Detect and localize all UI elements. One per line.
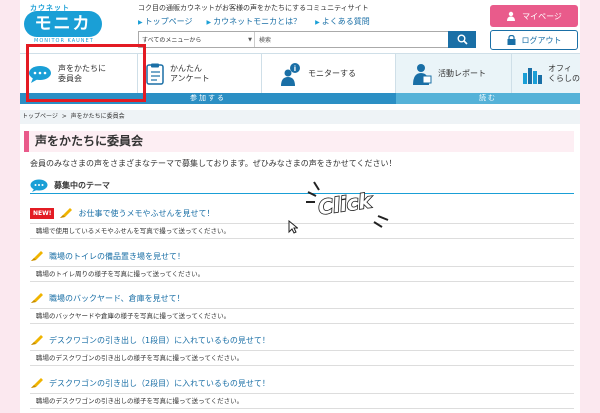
section-header: 募集中のテーマ bbox=[30, 178, 574, 194]
nav-item-label: モニターする bbox=[308, 69, 356, 78]
arrow-icon: ▶ bbox=[206, 19, 212, 26]
page-title: 声をかたちに委員会 bbox=[24, 131, 574, 152]
speech-bubble-icon bbox=[30, 179, 48, 192]
site-logo[interactable]: カウネット モニカ MONITOR KAUNET bbox=[24, 3, 106, 44]
reporter-icon bbox=[413, 64, 432, 85]
mypage-button[interactable]: マイページ bbox=[490, 5, 578, 27]
logo-main: モニカ bbox=[24, 11, 102, 37]
building-icon bbox=[523, 68, 542, 84]
theme-link[interactable]: 職場のバックヤード、倉庫を見せて！ bbox=[30, 290, 574, 306]
pen-icon bbox=[60, 208, 73, 218]
theme-link[interactable]: 職場のトイレの備品置き場を見せて！ bbox=[30, 248, 574, 264]
site-tagline: コク目の通販カウネットがお客様の声をかたちにするコミュニティサイト bbox=[138, 4, 369, 12]
link-faq[interactable]: ▶ よくある質問 bbox=[315, 16, 370, 27]
pen-icon bbox=[31, 335, 43, 345]
nav-group-read: 読む bbox=[396, 93, 580, 104]
theme-item: NEW! お仕事で使うメモやふせんを見せて！ 職場で使用しているメモやふせんを写… bbox=[30, 205, 574, 239]
search-button[interactable] bbox=[448, 31, 476, 48]
theme-item: 職場のトイレの備品置き場を見せて！ 職場のトイレ周りの様子を写真に撮って送ってく… bbox=[30, 248, 574, 282]
search-scope-select[interactable]: すべてのメニューから ▼ bbox=[139, 32, 255, 47]
clipboard-icon bbox=[146, 63, 164, 85]
breadcrumb-separator: > bbox=[61, 113, 67, 120]
top-links: ▶ トップページ ▶ カウネットモニカとは？ ▶ よくある質問 bbox=[138, 16, 370, 27]
pen-icon bbox=[31, 293, 43, 303]
nav-item-survey[interactable]: かんたん アンケート bbox=[138, 54, 262, 94]
intro-text: 会員のみなさまの声をさまざまなテーマで募集しております。ぜひみなさまの声をきかせ… bbox=[30, 159, 397, 168]
nav-item-label: 活動レポート bbox=[438, 69, 486, 78]
pen-icon bbox=[31, 251, 43, 261]
theme-description: 職場のバックヤードや倉庫の様子を写真に撮って送ってください。 bbox=[30, 308, 574, 324]
theme-link[interactable]: デスクワゴンの引き出し（2段目）に入れているもの見せて！ bbox=[30, 375, 574, 391]
theme-item: 職場のバックヤード、倉庫を見せて！ 職場のバックヤードや倉庫の様子を写真に撮って… bbox=[30, 290, 574, 324]
theme-description: 職場のトイレ周りの様子を写真に撮って送ってください。 bbox=[30, 266, 574, 282]
breadcrumb: トップページ > 声をかたちに委員会 bbox=[20, 110, 580, 124]
nav-item-monitor[interactable]: i モニターする bbox=[262, 54, 396, 94]
person-info-icon: i bbox=[281, 63, 300, 86]
breadcrumb-current: 声をかたちに委員会 bbox=[70, 113, 125, 120]
search-icon bbox=[457, 34, 468, 45]
search-input[interactable]: 検索 bbox=[255, 35, 475, 44]
user-icon bbox=[507, 11, 516, 21]
lock-icon bbox=[507, 35, 515, 45]
search-bar: すべてのメニューから ▼ 検索 bbox=[138, 31, 476, 48]
theme-item: デスクワゴンの引き出し（2段目）に入れているもの見せて！ 職場のデスクワゴンの引… bbox=[30, 375, 574, 409]
breadcrumb-home[interactable]: トップページ bbox=[22, 113, 58, 120]
theme-description: 職場で使用しているメモやふせんを写真で撮って送ってください。 bbox=[30, 223, 574, 239]
theme-link[interactable]: NEW! お仕事で使うメモやふせんを見せて！ bbox=[30, 205, 574, 221]
nav-item-office[interactable]: オフィ くらしの bbox=[512, 54, 580, 94]
nav-item-report[interactable]: 活動レポート bbox=[396, 54, 512, 94]
link-about[interactable]: ▶ カウネットモニカとは？ bbox=[206, 16, 301, 27]
nav-item-label: かんたん アンケート bbox=[170, 64, 210, 83]
pen-icon bbox=[31, 378, 43, 388]
logout-button[interactable]: ログアウト bbox=[490, 30, 578, 50]
svg-text:i: i bbox=[294, 65, 296, 73]
theme-item: デスクワゴンの引き出し（1段目）に入れているもの見せて！ 職場のデスクワゴンの引… bbox=[30, 332, 574, 366]
link-top-page[interactable]: ▶ トップページ bbox=[138, 16, 192, 27]
chevron-down-icon: ▼ bbox=[248, 36, 252, 43]
theme-description: 職場のデスクワゴンの引き出しの様子を写真に撮って送ってください。 bbox=[30, 393, 574, 409]
page: カウネット モニカ MONITOR KAUNET コク目の通販カウネットがお客様… bbox=[20, 0, 580, 413]
arrow-icon: ▶ bbox=[138, 19, 143, 26]
highlight-box bbox=[26, 44, 146, 102]
new-badge: NEW! bbox=[30, 207, 55, 219]
click-label: Click bbox=[317, 188, 375, 219]
theme-description: 職場のデスクワゴンの引き出しの様子を写真に撮って送ってください。 bbox=[30, 350, 574, 366]
click-annotation: Click bbox=[306, 181, 389, 228]
mouse-cursor-icon bbox=[288, 220, 298, 234]
nav-item-label: オフィ くらしの bbox=[548, 64, 580, 83]
theme-link[interactable]: デスクワゴンの引き出し（1段目）に入れているもの見せて！ bbox=[30, 332, 574, 348]
arrow-icon: ▶ bbox=[315, 19, 320, 26]
